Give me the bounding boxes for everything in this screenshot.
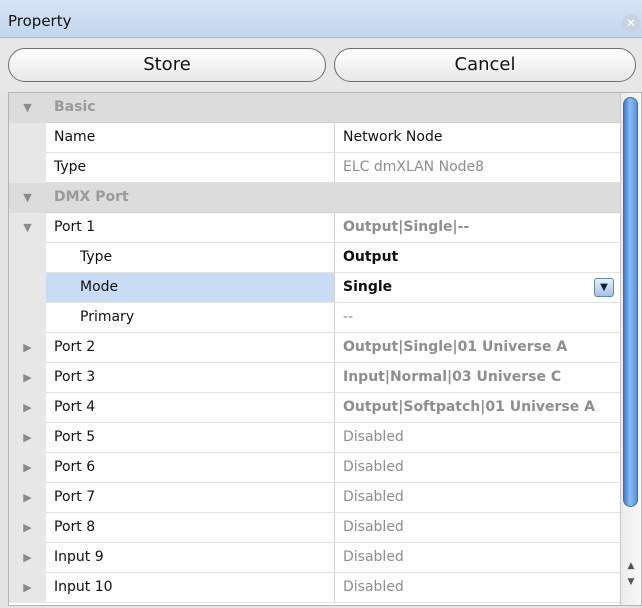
property-row-port1-type[interactable]: Type Output [9, 243, 620, 273]
property-label: Port 2 [46, 333, 335, 363]
scroll-down-icon[interactable]: ▼ [621, 575, 641, 589]
property-label: Port 5 [46, 423, 335, 453]
property-value: Disabled [335, 453, 620, 483]
vertical-scrollbar[interactable]: ▲ ▼ [620, 93, 641, 605]
property-row-port6[interactable]: ▶ Port 6 Disabled [9, 453, 620, 483]
scrollbar-thumb[interactable] [623, 97, 638, 507]
property-value: Output|Single|01 Universe A [335, 333, 620, 363]
collapsed-triangle-icon[interactable]: ▶ [9, 453, 46, 483]
collapsed-triangle-icon[interactable]: ▶ [9, 333, 46, 363]
property-value: Output|Single|-- [335, 213, 620, 243]
property-label: Type [46, 243, 335, 273]
dropdown-arrow-icon[interactable]: ▼ [594, 278, 614, 297]
collapsed-triangle-icon[interactable]: ▶ [9, 573, 46, 603]
mode-select[interactable]: Single ▼ [335, 273, 620, 303]
property-row-port1-primary[interactable]: Primary -- [9, 303, 620, 333]
store-button[interactable]: Store [8, 48, 326, 82]
property-label: Input 9 [46, 543, 335, 573]
collapsed-triangle-icon[interactable]: ▶ [9, 543, 46, 573]
property-row-port1[interactable]: ▼ Port 1 Output|Single|-- [9, 213, 620, 243]
group-label: DMX Port [46, 183, 335, 213]
property-label: Type [46, 153, 335, 183]
property-label: Input 10 [46, 573, 335, 603]
cancel-button[interactable]: Cancel [334, 48, 636, 82]
group-row-dmx-port[interactable]: ▼ DMX Port [9, 183, 620, 214]
property-value: Disabled [335, 543, 620, 573]
property-row-port4[interactable]: ▶ Port 4 Output|Softpatch|01 Universe A [9, 393, 620, 423]
property-row-input10[interactable]: ▶ Input 10 Disabled [9, 573, 620, 603]
title-bar: Property ✕ [0, 0, 642, 38]
property-row-port2[interactable]: ▶ Port 2 Output|Single|01 Universe A [9, 333, 620, 363]
expanded-triangle-icon[interactable]: ▼ [9, 183, 46, 214]
property-label: Primary [46, 303, 335, 333]
button-bar: Store Cancel [0, 38, 642, 92]
property-row-port1-mode[interactable]: Mode Single ▼ [9, 273, 620, 303]
property-row-input9[interactable]: ▶ Input 9 Disabled [9, 543, 620, 573]
property-label: Port 7 [46, 483, 335, 513]
property-value: Disabled [335, 573, 620, 603]
mode-select-value: Single [343, 279, 393, 295]
property-row-port7[interactable]: ▶ Port 7 Disabled [9, 483, 620, 513]
property-label: Mode [46, 273, 335, 303]
property-row-name[interactable]: Name Network Node [9, 123, 620, 153]
collapsed-triangle-icon[interactable]: ▶ [9, 423, 46, 453]
collapsed-triangle-icon[interactable]: ▶ [9, 363, 46, 393]
property-value: ELC dmXLAN Node8 [335, 153, 620, 183]
scroll-up-icon[interactable]: ▲ [621, 559, 641, 573]
window-title: Property [8, 12, 72, 30]
group-label: Basic [46, 93, 335, 123]
close-icon[interactable]: ✕ [622, 14, 640, 32]
property-value: Disabled [335, 483, 620, 513]
property-row-port5[interactable]: ▶ Port 5 Disabled [9, 423, 620, 453]
property-row-port8[interactable]: ▶ Port 8 Disabled [9, 513, 620, 543]
property-label: Port 8 [46, 513, 335, 543]
collapsed-triangle-icon[interactable]: ▶ [9, 483, 46, 513]
expanded-triangle-icon[interactable]: ▼ [9, 93, 46, 124]
property-value: Input|Normal|03 Universe C [335, 363, 620, 393]
property-label: Port 1 [46, 213, 335, 243]
property-value: Disabled [335, 513, 620, 543]
property-value: Output|Softpatch|01 Universe A [335, 393, 620, 423]
property-row-port3[interactable]: ▶ Port 3 Input|Normal|03 Universe C [9, 363, 620, 393]
group-row-basic[interactable]: ▼ Basic [9, 93, 620, 124]
property-value: Disabled [335, 423, 620, 453]
property-value[interactable]: -- [335, 303, 620, 333]
property-label: Port 3 [46, 363, 335, 393]
expanded-triangle-icon[interactable]: ▼ [9, 213, 46, 243]
property-value[interactable]: Network Node [335, 123, 620, 153]
property-table: ▼ Basic Name Network Node Type ELC dmXLA… [8, 92, 642, 606]
property-value[interactable]: Output [335, 243, 620, 273]
property-label: Port 6 [46, 453, 335, 483]
property-row-type[interactable]: Type ELC dmXLAN Node8 [9, 153, 620, 183]
property-label: Port 4 [46, 393, 335, 423]
collapsed-triangle-icon[interactable]: ▶ [9, 513, 46, 543]
collapsed-triangle-icon[interactable]: ▶ [9, 393, 46, 423]
property-label: Name [46, 123, 335, 153]
